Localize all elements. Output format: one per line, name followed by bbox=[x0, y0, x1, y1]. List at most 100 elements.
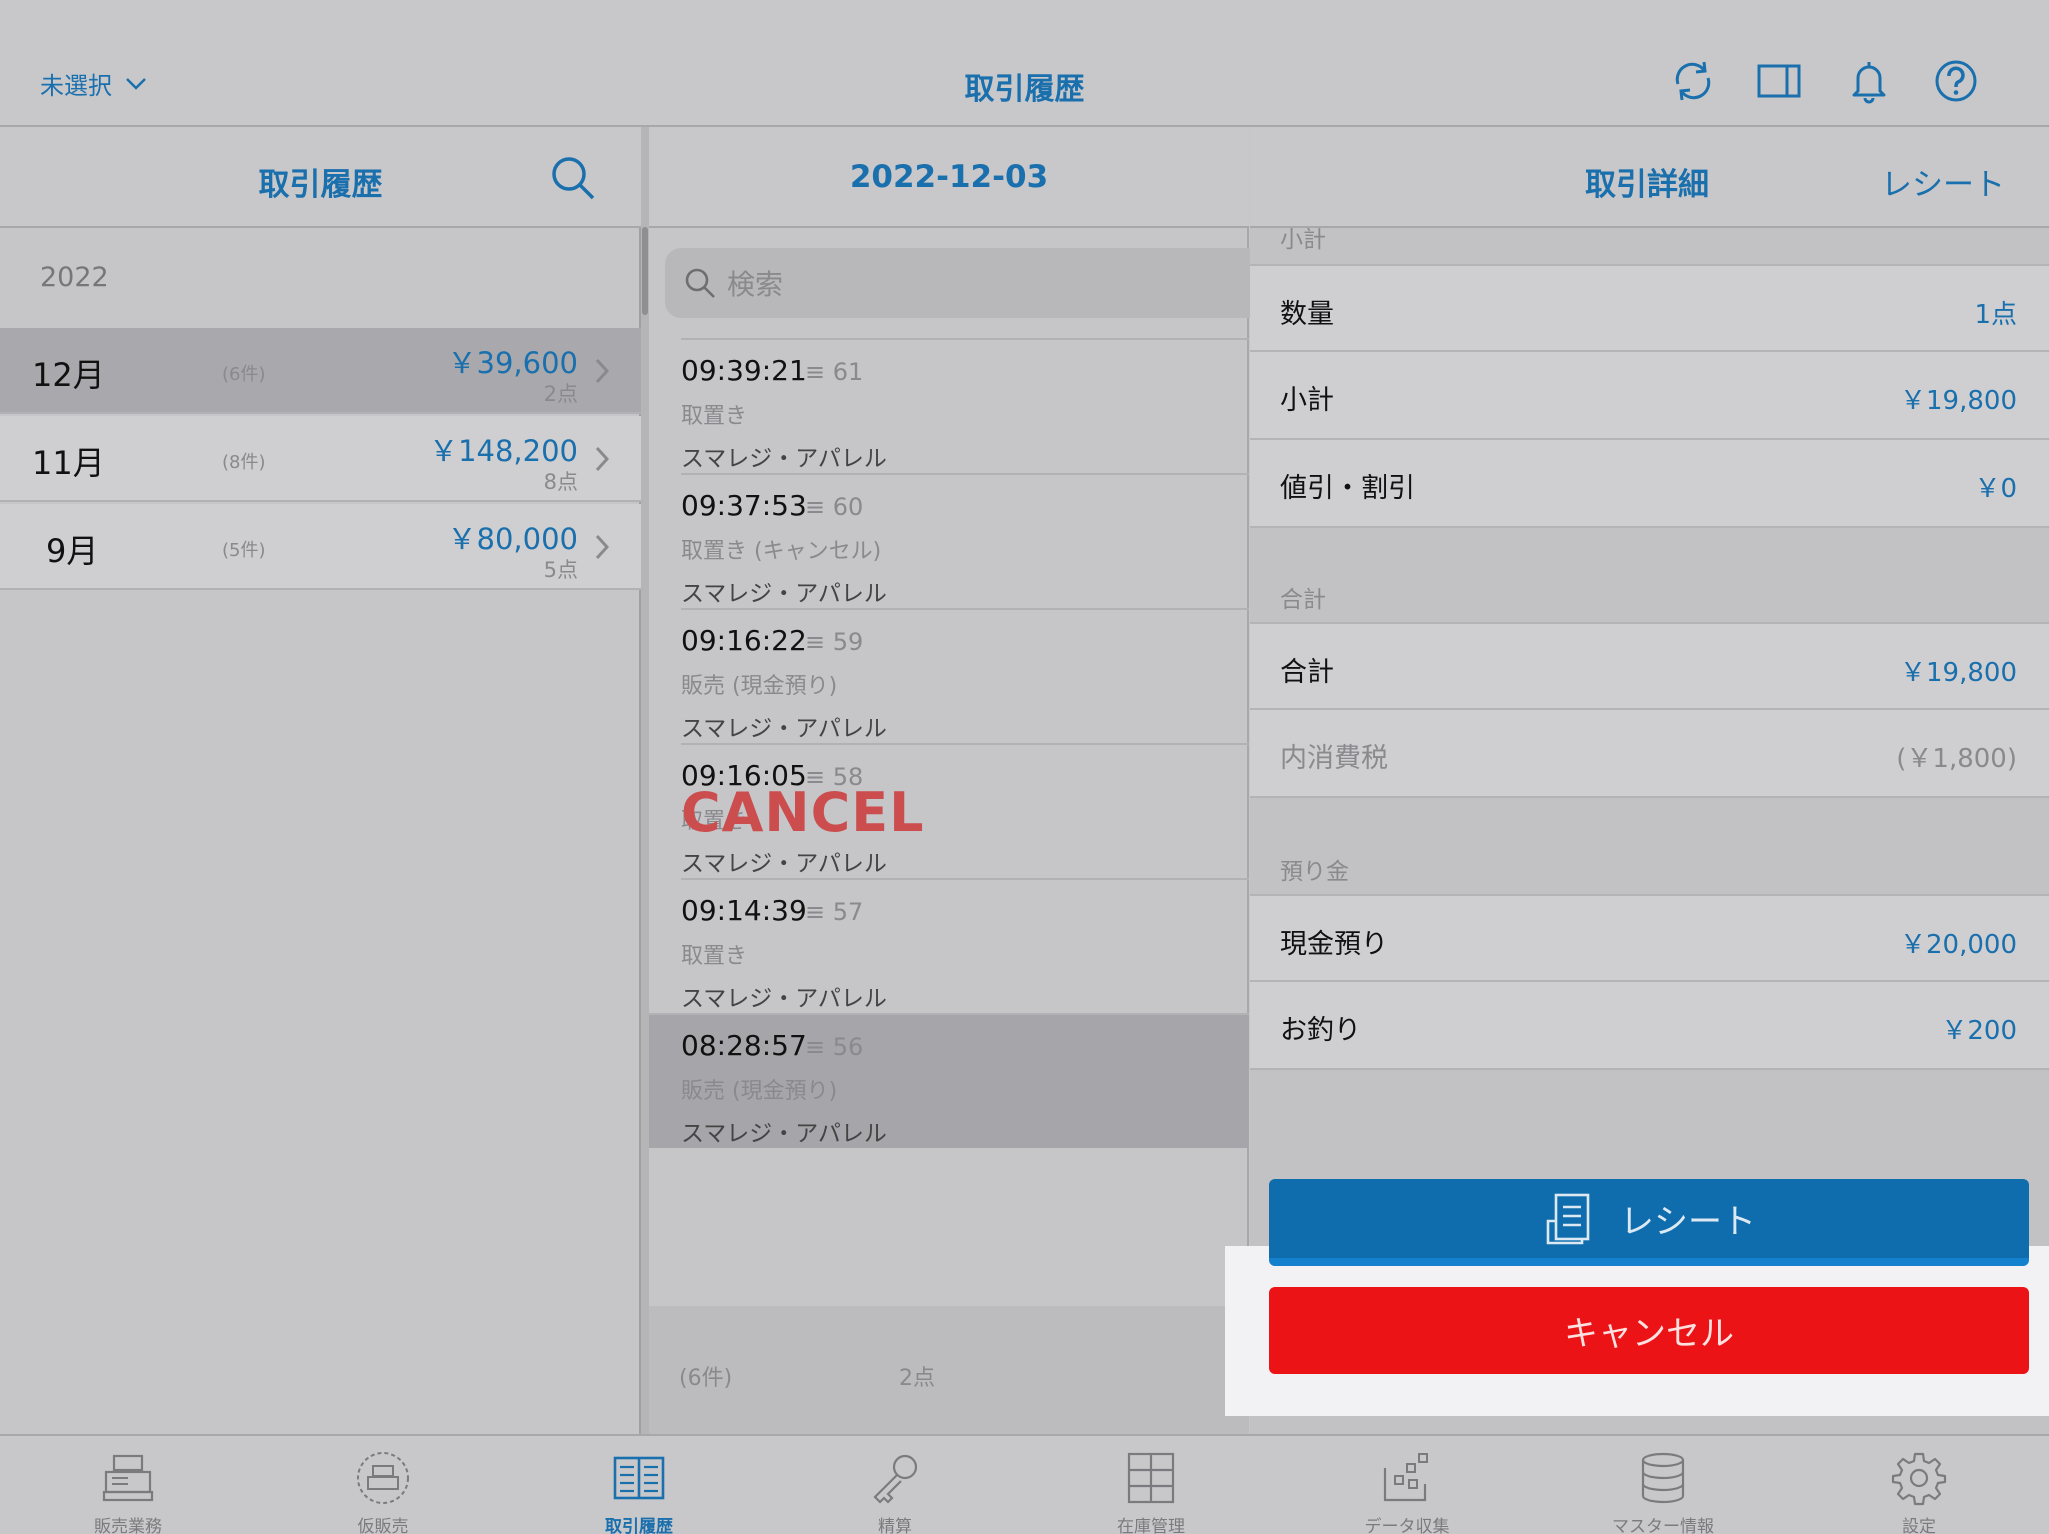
detail-value: 1点 bbox=[1974, 300, 2017, 330]
list-footer: (6件) 2点 bbox=[649, 1306, 1249, 1434]
transaction-kind: 取置き bbox=[681, 944, 748, 969]
transaction-row-selected[interactable]: 08:28:57 ≡ 56 販売 (現金預り) スマレジ・アパレル bbox=[649, 1013, 1249, 1148]
detail-value: ￥0 bbox=[1974, 474, 2017, 504]
receipt-link[interactable]: レシート bbox=[1881, 159, 2005, 204]
footer-count: (6件) bbox=[679, 1366, 733, 1391]
detail-label: 数量 bbox=[1280, 299, 1334, 330]
tab-settings[interactable]: 設定 bbox=[1829, 1436, 2009, 1534]
navigation-bar: 未選択 取引履歴 bbox=[0, 0, 2049, 127]
month-label: 12月 bbox=[32, 356, 105, 394]
tab-temp-sales[interactable]: 仮販売 bbox=[293, 1436, 473, 1534]
transaction-number: ≡ 56 bbox=[805, 1033, 864, 1061]
tab-settlement[interactable]: 精算 bbox=[805, 1436, 985, 1534]
history-column-header: 取引履歴 bbox=[0, 127, 641, 228]
month-amount: ￥80,000 bbox=[447, 522, 578, 556]
transaction-shop: スマレジ・アパレル bbox=[681, 581, 887, 607]
tab-history[interactable]: 取引履歴 bbox=[549, 1436, 729, 1534]
detail-label: 現金預り bbox=[1280, 929, 1388, 960]
transaction-kind: 販売 (現金預り) bbox=[681, 674, 838, 699]
history-header-title: 取引履歴 bbox=[258, 167, 383, 203]
transaction-row[interactable]: 09:37:53 ≡ 60 取置き (キャンセル) スマレジ・アパレル bbox=[681, 473, 1249, 608]
date-column-header: 2022-12-03 bbox=[649, 127, 1249, 228]
tab-label: マスター情報 bbox=[1612, 1517, 1714, 1534]
receipt-button[interactable]: レシート bbox=[1269, 1179, 2029, 1266]
tab-sales[interactable]: 販売業務 bbox=[38, 1436, 218, 1534]
transaction-row[interactable]: 09:16:22 ≡ 59 販売 (現金預り) スマレジ・アパレル bbox=[681, 608, 1249, 743]
date-header-title: 2022-12-03 bbox=[849, 159, 1049, 195]
temp-register-icon bbox=[357, 1452, 409, 1504]
transaction-time: 09:16:22 bbox=[681, 624, 807, 657]
chevron-right-icon bbox=[595, 446, 610, 472]
detail-value: ￥20,000 bbox=[1900, 930, 2017, 960]
transaction-kind: 取置き bbox=[681, 404, 748, 429]
month-row[interactable]: 12月 (6件) ￥39,600 2点 bbox=[0, 328, 641, 414]
detail-row: 小計 ￥19,800 bbox=[1250, 352, 2049, 440]
section-header-deposit: 預り金 bbox=[1280, 859, 1349, 885]
tab-master[interactable]: マスター情報 bbox=[1573, 1436, 1753, 1534]
database-icon bbox=[1641, 1452, 1685, 1504]
tab-data-collection[interactable]: データ収集 bbox=[1317, 1436, 1497, 1534]
detail-row: 数量 1点 bbox=[1250, 264, 2049, 352]
month-count: (8件) bbox=[222, 452, 266, 473]
transaction-number: ≡ 57 bbox=[805, 898, 864, 926]
tab-bar: 販売業務 仮販売 取引履歴 精算 在庫管理 データ収集 マスター情報 設定 bbox=[0, 1434, 2049, 1534]
detail-label: お釣り bbox=[1280, 1015, 1361, 1046]
page-title: 取引履歴 bbox=[964, 72, 1085, 107]
transaction-number: ≡ 61 bbox=[805, 358, 864, 386]
scrollbar-thumb[interactable] bbox=[642, 227, 648, 315]
detail-row: 値引・割引 ￥0 bbox=[1250, 440, 2049, 528]
month-label: 11月 bbox=[32, 444, 105, 482]
history-book-icon bbox=[613, 1456, 665, 1500]
split-view-icon[interactable] bbox=[1756, 58, 1802, 104]
help-icon[interactable] bbox=[1933, 58, 1979, 104]
tab-label: データ収集 bbox=[1364, 1517, 1450, 1534]
detail-column-header: 取引詳細 レシート bbox=[1250, 127, 2049, 228]
month-row[interactable]: 9月 (5件) ￥80,000 5点 bbox=[0, 504, 641, 590]
detail-value: ￥19,800 bbox=[1900, 386, 2017, 416]
register-icon bbox=[102, 1454, 154, 1502]
transaction-time: 09:37:53 bbox=[681, 489, 807, 522]
transaction-row[interactable]: 09:39:21 ≡ 61 取置き スマレジ・アパレル bbox=[681, 338, 1249, 473]
transaction-list: 検索 09:39:21 ≡ 61 取置き スマレジ・アパレル 09:37:53 … bbox=[649, 228, 1255, 1434]
detail-value: (￥1,800) bbox=[1896, 744, 2017, 774]
month-row[interactable]: 11月 (8件) ￥148,200 8点 bbox=[0, 416, 641, 502]
receipt-icon bbox=[1546, 1193, 1590, 1244]
column-divider[interactable] bbox=[641, 127, 649, 1434]
detail-row: 内消費税 (￥1,800) bbox=[1250, 710, 2049, 798]
key-icon bbox=[873, 1454, 918, 1504]
refresh-icon[interactable] bbox=[1670, 58, 1716, 104]
detail-label: 小計 bbox=[1280, 385, 1334, 416]
detail-header-title: 取引詳細 bbox=[1585, 167, 1709, 203]
bell-icon[interactable] bbox=[1846, 58, 1892, 104]
month-count: (5件) bbox=[222, 540, 266, 561]
tab-label: 設定 bbox=[1902, 1517, 1936, 1534]
chevron-down-icon bbox=[126, 77, 146, 90]
search-input[interactable]: 検索 bbox=[665, 248, 1255, 318]
month-points: 5点 bbox=[543, 558, 578, 582]
month-amount: ￥39,600 bbox=[447, 346, 578, 380]
transaction-row[interactable]: 09:16:05 ≡ 58 取置き CANCEL スマレジ・アパレル bbox=[681, 743, 1249, 878]
year-section-header: 2022 bbox=[40, 262, 109, 293]
cancel-stamp: CANCEL bbox=[681, 781, 925, 844]
detail-label: 値引・割引 bbox=[1280, 473, 1415, 504]
footer-points: 2点 bbox=[899, 1366, 935, 1391]
section-header-total: 合計 bbox=[1280, 587, 1326, 613]
cancel-button[interactable]: キャンセル bbox=[1269, 1287, 2029, 1374]
tab-label: 在庫管理 bbox=[1117, 1517, 1185, 1534]
detail-row: お釣り ￥200 bbox=[1250, 982, 2049, 1070]
transaction-time: 08:28:57 bbox=[681, 1029, 807, 1062]
transaction-time: 09:14:39 bbox=[681, 894, 807, 927]
store-selector-label: 未選択 bbox=[40, 72, 112, 100]
month-amount: ￥148,200 bbox=[429, 434, 578, 468]
search-icon[interactable] bbox=[548, 153, 598, 203]
tab-stock[interactable]: 在庫管理 bbox=[1061, 1436, 1241, 1534]
detail-value: ￥200 bbox=[1941, 1016, 2017, 1046]
store-selector[interactable]: 未選択 bbox=[40, 66, 148, 101]
detail-row: 合計 ￥19,800 bbox=[1250, 622, 2049, 710]
transaction-time: 09:39:21 bbox=[681, 354, 807, 387]
search-placeholder: 検索 bbox=[727, 268, 784, 301]
month-label: 9月 bbox=[46, 532, 99, 570]
tab-label: 仮販売 bbox=[357, 1517, 409, 1534]
transaction-row[interactable]: 09:14:39 ≡ 57 取置き スマレジ・アパレル bbox=[681, 878, 1249, 1013]
stock-shelf-icon bbox=[1127, 1452, 1175, 1504]
